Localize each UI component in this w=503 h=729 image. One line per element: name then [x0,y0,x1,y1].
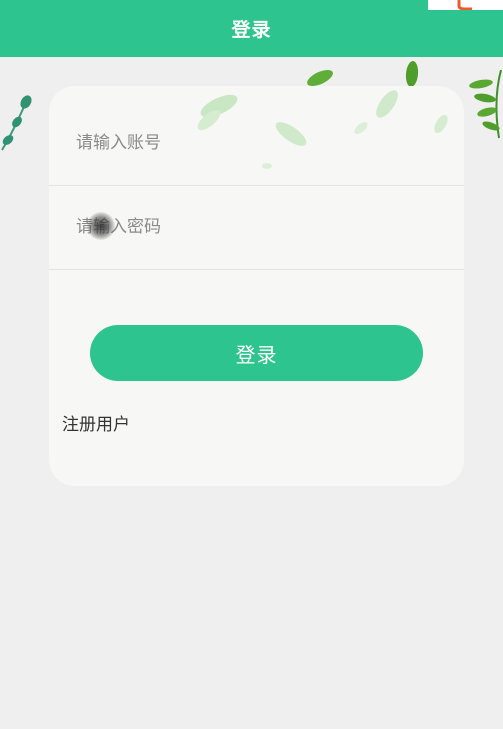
leaf-icon [469,70,502,139]
app-logo-icon [428,0,503,10]
login-card: 登录 注册用户 [49,86,464,486]
page-title: 登录 [231,19,272,41]
leaf-icon [1,95,32,151]
account-input[interactable] [76,101,436,185]
account-field [49,101,464,186]
register-link[interactable]: 注册用户 [62,410,130,435]
touch-cursor-indicator [87,212,115,240]
password-input[interactable] [76,185,436,269]
login-button[interactable]: 登录 [90,325,423,381]
